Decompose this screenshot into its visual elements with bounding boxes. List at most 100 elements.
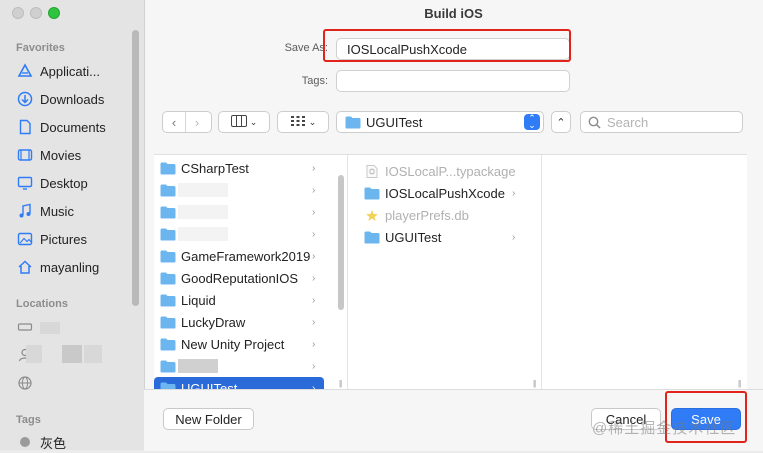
applications-icon (17, 63, 33, 79)
folder-icon (364, 231, 380, 244)
chevron-left-icon: ‹ (171, 114, 177, 130)
sidebar-tag-label: 灰色 (40, 435, 67, 451)
sidebar-scrollbar[interactable] (132, 30, 139, 306)
package-file-icon (364, 164, 380, 178)
folder-icon (160, 360, 176, 373)
sidebar-item-home[interactable]: mayanling (0, 256, 132, 278)
sidebar-item-desktop[interactable]: Desktop (0, 172, 132, 194)
list-item: IOSLocalP...typackage (348, 160, 523, 182)
browser-column-1: CSharpTest › › › › GameFramework2019 › GoodRepu… (154, 155, 348, 390)
column-resize-handle[interactable]: || (738, 379, 741, 388)
list-item[interactable]: IOSLocalPushXcode › (348, 182, 523, 204)
folder-icon (160, 162, 176, 175)
back-button[interactable]: ‹ (163, 112, 185, 132)
list-item[interactable]: › (154, 223, 322, 245)
column-scrollbar[interactable] (338, 175, 344, 310)
window-controls (12, 7, 60, 19)
list-item[interactable]: › (154, 201, 322, 223)
list-item[interactable]: LuckyDraw › (154, 311, 322, 333)
save-dialog-window: Favorites Applicati... Downloads Documen… (0, 0, 763, 451)
columns-view-icon (230, 114, 247, 130)
list-item-label: New Unity Project (181, 336, 285, 352)
drive-icon (17, 319, 33, 335)
zoom-button[interactable] (48, 7, 60, 19)
folder-icon (160, 338, 176, 351)
chevron-up-icon: ⌃ (556, 116, 566, 129)
sidebar-item-downloads[interactable]: Downloads (0, 88, 132, 110)
redacted-block (178, 205, 228, 219)
documents-icon (17, 119, 33, 135)
collapse-button[interactable]: ⌃ (551, 111, 571, 133)
minimize-button[interactable] (30, 7, 42, 19)
network-globe-icon (17, 375, 33, 391)
list-item-label: IOSLocalPushXcode (385, 185, 505, 201)
list-item-label: GameFramework2019 (181, 248, 311, 264)
search-icon (588, 116, 601, 129)
close-button[interactable] (12, 7, 24, 19)
sidebar-location-network[interactable] (0, 372, 132, 394)
list-item-label: CSharpTest (181, 160, 249, 176)
pictures-icon (17, 231, 33, 247)
dialog-title: Build iOS (424, 6, 483, 21)
redacted-block (62, 345, 82, 363)
search-placeholder: Search (607, 114, 649, 130)
list-item[interactable]: CSharpTest › (154, 157, 322, 179)
folder-icon (160, 206, 176, 219)
folder-icon (160, 250, 176, 263)
redacted-block (178, 183, 228, 197)
list-item-label: IOSLocalP...typackage (385, 163, 516, 179)
sidebar-item-documents[interactable]: Documents (0, 116, 132, 138)
chevron-right-icon: › (312, 162, 316, 174)
sidebar-item-music[interactable]: Music (0, 200, 132, 222)
column-resize-handle[interactable]: || (339, 379, 342, 388)
view-mode-button[interactable]: ⌄ (218, 111, 270, 133)
folder-icon (160, 316, 176, 329)
list-item[interactable]: New Unity Project › (154, 333, 322, 355)
sidebar-item-movies[interactable]: Movies (0, 144, 132, 166)
sidebar-item-label: Music (40, 203, 74, 219)
group-button[interactable]: ⌄ (277, 111, 329, 133)
list-item-label: Liquid (181, 292, 216, 308)
chevron-right-icon: › (512, 187, 516, 199)
chevron-right-icon: › (312, 272, 316, 284)
chevron-right-icon: › (512, 231, 516, 243)
sidebar-item-pictures[interactable]: Pictures (0, 228, 132, 250)
folder-icon (160, 228, 176, 241)
list-item[interactable]: GoodReputationIOS › (154, 267, 322, 289)
chevron-right-icon: › (312, 228, 316, 240)
list-item: playerPrefs.db (348, 204, 523, 226)
list-item[interactable]: › (154, 355, 322, 377)
chevron-right-icon: › (312, 206, 316, 218)
folder-icon (160, 294, 176, 307)
grid-icon (290, 115, 306, 130)
popup-stepper-icon: ⌃ ⌄ (524, 114, 540, 130)
downloads-icon (17, 91, 33, 107)
sidebar-item-label: Applicati... (40, 63, 100, 79)
new-folder-button[interactable]: New Folder (163, 408, 254, 430)
watermark-text: @稀土掘金技术社区 (592, 420, 737, 437)
tags-field[interactable] (336, 70, 570, 92)
column-resize-handle[interactable]: || (533, 379, 536, 388)
chevron-right-icon: › (312, 316, 316, 328)
sidebar-location-drive[interactable] (0, 316, 132, 338)
location-popup[interactable]: UGUITest ⌃ ⌄ (336, 111, 544, 133)
list-item-label: GoodReputationIOS (181, 270, 299, 286)
locations-heading: Locations (16, 298, 68, 310)
movies-icon (17, 147, 33, 163)
forward-button[interactable]: › (185, 112, 208, 132)
list-item-label: playerPrefs.db (385, 207, 469, 223)
sidebar-item-applications[interactable]: Applicati... (0, 60, 132, 82)
sidebar-item-label: Pictures (40, 231, 87, 247)
search-field[interactable]: Search (580, 111, 743, 133)
browser-column-2: IOSLocalP...typackage IOSLocalPushXcode › p… (348, 155, 542, 390)
list-item[interactable]: › (154, 179, 322, 201)
list-item[interactable]: GameFramework2019 › (154, 245, 322, 267)
sidebar-item-label: Documents (40, 119, 106, 135)
list-item[interactable]: Liquid › (154, 289, 322, 311)
sidebar-item-label: Movies (40, 147, 82, 163)
chevron-right-icon: › (312, 250, 316, 262)
tags-heading: Tags (16, 414, 41, 426)
redacted-block (40, 322, 60, 334)
list-item[interactable]: UGUITest › (348, 226, 523, 248)
music-icon (17, 203, 33, 219)
